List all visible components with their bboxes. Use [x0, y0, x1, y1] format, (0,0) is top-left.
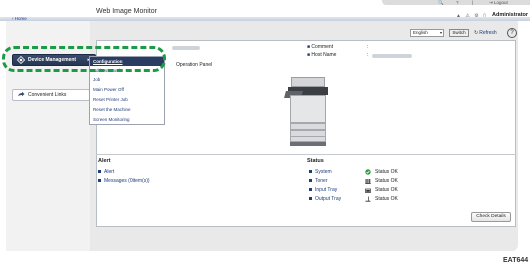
operation-panel-label: Operation Panel: [176, 62, 213, 68]
menu-item-reset-printer-job[interactable]: Reset Printer Job: [90, 95, 164, 104]
bullet-icon: [309, 170, 312, 174]
separator: |: [472, 0, 474, 5]
alert-link[interactable]: Alert: [98, 169, 114, 175]
check-details-button[interactable]: Check Details: [471, 212, 511, 222]
status-toner-link[interactable]: Toner: [309, 178, 328, 184]
help-icon[interactable]: ?: [507, 28, 517, 38]
messages-link-label: Messages (0item(s)): [104, 178, 150, 184]
status-system-link[interactable]: System: [309, 169, 332, 175]
messages-link[interactable]: Messages (0item(s)): [98, 178, 150, 184]
bullet-icon: [98, 179, 101, 183]
logout-link[interactable]: ⇥ Logout: [489, 0, 508, 5]
comment-colon: :: [367, 44, 369, 50]
menu-item-job[interactable]: Job: [90, 75, 164, 84]
bullet-icon: [309, 188, 312, 192]
status-output-tray-link[interactable]: Output Tray: [309, 196, 341, 202]
bullet-icon: [309, 179, 312, 183]
status-toner-label: Toner: [315, 178, 328, 184]
language-select[interactable]: English ▾: [410, 29, 444, 37]
host-name-label: ■ Host Name: [307, 52, 337, 58]
convenient-links-label: Convenient Links: [28, 92, 67, 98]
help-top-icon[interactable]: ?: [456, 0, 459, 5]
figure-code: EAT644: [503, 257, 529, 264]
comment-label: ■ Comment: [307, 44, 334, 50]
status-output-tray-value: Status OK: [375, 196, 398, 202]
bullet-icon: [309, 197, 312, 201]
refresh-label: Refresh: [479, 30, 497, 36]
top-header: 🔍 ? | ⇥ Logout Web Image Monitor ▲ ⚠ ⚙ ▯…: [0, 0, 530, 21]
menu-item-screen-monitoring[interactable]: Screen Monitoring: [90, 115, 164, 124]
printer-base: [290, 142, 326, 146]
menu-item-reset-machine[interactable]: Reset the Machine: [90, 105, 164, 114]
printer-tray-1: [290, 123, 326, 130]
chevron-down-icon: ▾: [439, 30, 442, 35]
bullet-icon: [98, 170, 101, 174]
printer-scanner-lid: [291, 77, 325, 87]
toner-icon: [365, 179, 371, 184]
check-circle-icon: [365, 169, 371, 175]
status-title: Status: [307, 158, 324, 164]
printer-image: [284, 77, 333, 146]
output-tray-icon: [365, 196, 371, 202]
alert-link-label: Alert: [104, 169, 115, 175]
alert-title: Alert: [98, 158, 111, 164]
highlight-outline: [2, 46, 166, 72]
status-input-tray-label: Input Tray: [315, 187, 338, 193]
menu-item-main-power-off[interactable]: Main Power Off: [90, 85, 164, 94]
app-title: Web Image Monitor: [96, 8, 157, 15]
status-output-tray-label: Output Tray: [315, 196, 342, 202]
host-name-colon: :: [367, 52, 369, 58]
printer-body: [290, 95, 326, 123]
input-tray-icon: [365, 188, 371, 193]
switch-button[interactable]: Switch: [449, 29, 469, 37]
refresh-icon: ↻: [474, 30, 479, 36]
convenient-links-button[interactable]: Convenient Links: [12, 89, 90, 101]
status-input-tray-value: Status OK: [375, 187, 398, 193]
language-value: English: [413, 30, 428, 35]
status-system-label: System: [315, 169, 332, 175]
status-input-tray-link[interactable]: Input Tray: [309, 187, 337, 193]
comment-label-text: Comment: [311, 44, 334, 50]
host-name-redacted: [372, 54, 412, 58]
model-name-redacted: [172, 46, 200, 50]
status-system-value: Status OK: [375, 169, 398, 175]
host-name-label-text: Host Name: [311, 52, 337, 58]
link-icon: [17, 91, 25, 99]
search-icon[interactable]: 🔍: [438, 0, 444, 5]
section-divider: [96, 154, 516, 155]
refresh-link[interactable]: ↻Refresh: [474, 29, 497, 37]
status-toner-value: Status OK: [375, 178, 398, 184]
